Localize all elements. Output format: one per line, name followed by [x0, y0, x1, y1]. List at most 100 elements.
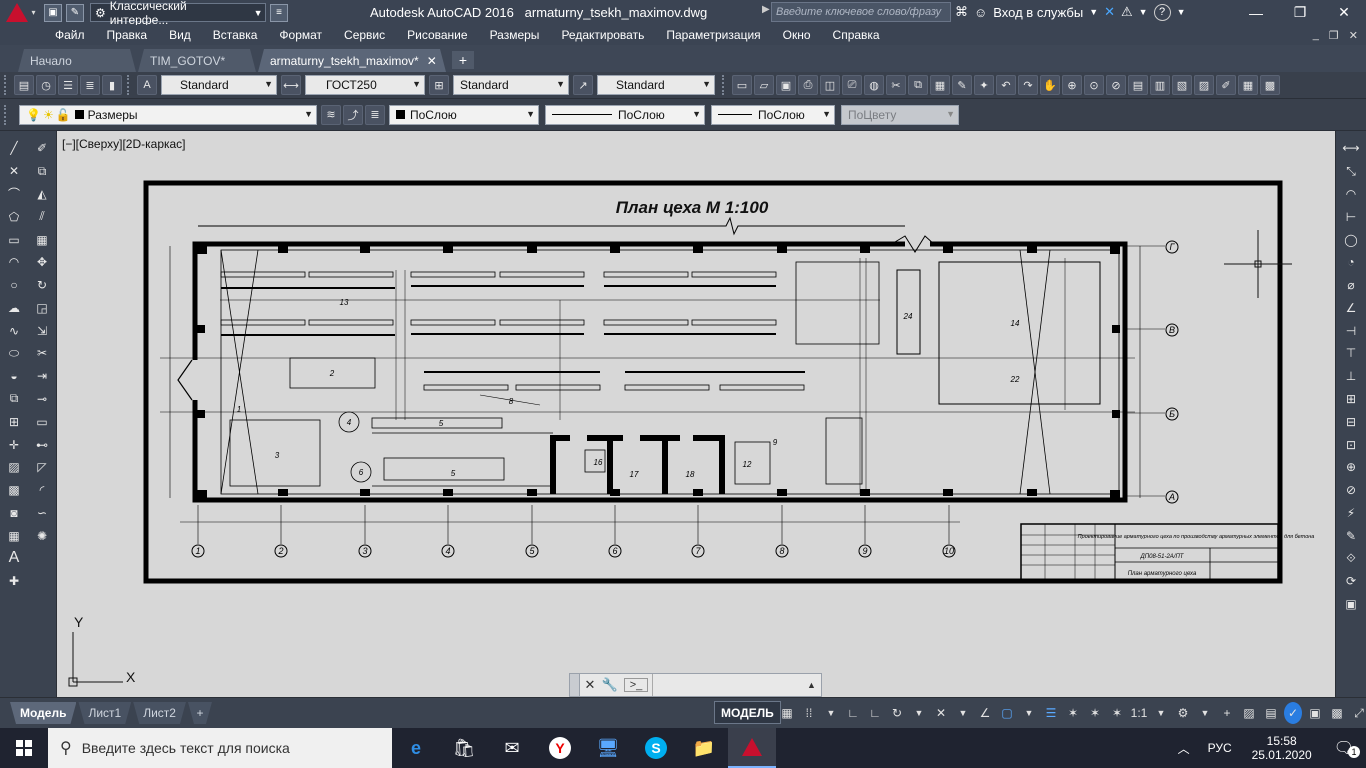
match-prop-icon[interactable]: ✎: [952, 75, 972, 95]
rotate-icon[interactable]: ↻: [32, 275, 52, 295]
layout-tab-sheet1[interactable]: Лист1: [78, 702, 131, 724]
layer-previous-icon[interactable]: ⤴: [343, 104, 363, 125]
block-edit-icon[interactable]: ✦: [974, 75, 994, 95]
infer-icon[interactable]: ∟: [844, 702, 862, 724]
doc-minimize-icon[interactable]: _: [1313, 29, 1319, 42]
dim-space-icon[interactable]: ⊞: [1341, 389, 1361, 409]
caret-up-icon[interactable]: ▲: [807, 680, 821, 690]
table-icon[interactable]: ▦: [4, 526, 24, 546]
layer-match-icon[interactable]: ▮: [102, 75, 122, 95]
layout-tab-model[interactable]: Модель: [10, 702, 76, 724]
menu-tools[interactable]: Сервис: [333, 28, 396, 42]
toolbar-grip[interactable]: [4, 104, 10, 125]
binoculars-icon[interactable]: ⌘: [955, 4, 968, 20]
dim-update-icon[interactable]: ⟳: [1341, 571, 1361, 591]
lineweight-icon[interactable]: ☰: [1042, 702, 1060, 724]
explode-icon[interactable]: ✺: [32, 526, 52, 546]
calc-icon[interactable]: ▦: [1238, 75, 1258, 95]
mleader-style-select[interactable]: Standard ▼: [597, 75, 715, 95]
make-current-icon[interactable]: ≋: [321, 104, 341, 125]
paste-icon[interactable]: ▦: [930, 75, 950, 95]
dim-text-edit-icon[interactable]: ⟐: [1341, 548, 1361, 568]
otrack-icon[interactable]: ∠: [976, 702, 994, 724]
menu-view[interactable]: Вид: [158, 28, 202, 42]
scale-icon[interactable]: ◲: [32, 298, 52, 318]
polar-icon[interactable]: ↻: [888, 702, 906, 724]
minimize-button[interactable]: —: [1234, 0, 1278, 25]
close-icon[interactable]: ✕: [580, 677, 600, 693]
sheetset-icon[interactable]: ▨: [1194, 75, 1214, 95]
circle-icon[interactable]: ○: [4, 275, 24, 295]
ellipse-icon[interactable]: ⬭: [4, 343, 24, 363]
doc-restore-icon[interactable]: ❐: [1329, 29, 1339, 42]
blend-icon[interactable]: ∽: [32, 503, 52, 523]
cmd-grip[interactable]: [570, 674, 580, 696]
mleader-style-icon[interactable]: ↗: [573, 75, 593, 95]
spline-icon[interactable]: ∿: [4, 321, 24, 341]
more-tools-icon[interactable]: ▩: [1260, 75, 1280, 95]
redo-icon[interactable]: ↷: [1018, 75, 1038, 95]
chevron-down-icon[interactable]: ▼: [1089, 7, 1098, 17]
autoscale-icon[interactable]: ✶: [1086, 702, 1104, 724]
snap-icon[interactable]: ⁞⁞: [800, 702, 818, 724]
clean-screen-icon[interactable]: ▩: [1328, 702, 1346, 724]
this-pc-icon[interactable]: 🖥: [584, 728, 632, 768]
menu-parametric[interactable]: Параметризация: [655, 28, 771, 42]
ortho-icon[interactable]: ∟: [866, 702, 884, 724]
menu-format[interactable]: Формат: [268, 28, 333, 42]
dim-linear-icon[interactable]: ⟷: [1341, 138, 1361, 158]
chevron-down-icon[interactable]: ▼: [1020, 702, 1038, 724]
trim-icon[interactable]: ✂: [32, 343, 52, 363]
a360-icon[interactable]: ⚠: [1121, 4, 1133, 20]
line-icon[interactable]: ╱: [4, 138, 24, 158]
save-icon[interactable]: ▣: [44, 3, 62, 22]
chevron-down-icon[interactable]: ▼: [954, 702, 972, 724]
help-icon[interactable]: ?: [1153, 3, 1171, 21]
tolerance-icon[interactable]: ⊡: [1341, 435, 1361, 455]
osnap-icon[interactable]: ▢: [998, 702, 1016, 724]
undo-icon[interactable]: ↶: [996, 75, 1016, 95]
zoom-window-icon[interactable]: ⊙: [1084, 75, 1104, 95]
taskbar-search[interactable]: ⚲ Введите здесь текст для поиска: [48, 728, 392, 768]
edit-icon[interactable]: ✎: [66, 3, 84, 22]
edge-icon[interactable]: e: [392, 728, 440, 768]
move-icon[interactable]: ✥: [32, 252, 52, 272]
designcenter-icon[interactable]: ▥: [1150, 75, 1170, 95]
tab-tim-gotov[interactable]: TIM_GOTOV*: [138, 49, 256, 72]
model-space-button[interactable]: МОДЕЛЬ: [714, 701, 781, 724]
chamfer-icon[interactable]: ◸: [32, 457, 52, 477]
dim-break-icon[interactable]: ⊟: [1341, 412, 1361, 432]
copy-icon[interactable]: ⧉: [908, 75, 928, 95]
add-layout-button[interactable]: +: [188, 702, 212, 724]
properties-icon[interactable]: ▤: [1128, 75, 1148, 95]
open-icon[interactable]: ▱: [754, 75, 774, 95]
ellipse-arc-icon[interactable]: ◒: [4, 366, 24, 386]
layer-states-icon[interactable]: ▤: [14, 75, 34, 95]
search-expand-icon[interactable]: ▶: [762, 4, 770, 15]
command-input[interactable]: [652, 674, 807, 696]
dim-jogged-icon[interactable]: ◔: [1341, 252, 1361, 272]
polygon-icon[interactable]: ⬠: [4, 207, 24, 227]
toolbar-grip[interactable]: [722, 75, 728, 95]
tab-armaturny[interactable]: armaturny_tsekh_maximov* ✕: [258, 49, 446, 72]
layer-icon[interactable]: ☰: [58, 75, 78, 95]
offset-icon[interactable]: ⫽: [32, 207, 52, 227]
dim-edit-icon[interactable]: ✎: [1341, 526, 1361, 546]
workspace-select[interactable]: ⚙ Классический интерфе... ▼: [90, 0, 266, 27]
preview-icon[interactable]: ◫: [820, 75, 840, 95]
customize-icon[interactable]: ⤢: [1350, 702, 1366, 724]
markup-icon[interactable]: ✐: [1216, 75, 1236, 95]
new-tab-button[interactable]: +: [452, 51, 474, 69]
isodraft-icon[interactable]: ✕: [932, 702, 950, 724]
menu-file[interactable]: Файл: [44, 28, 96, 42]
erase-icon[interactable]: ✐: [32, 138, 52, 158]
save-icon[interactable]: ▣: [776, 75, 796, 95]
toolbar-grip[interactable]: [127, 75, 133, 95]
toolbar-grip[interactable]: [4, 75, 10, 95]
gradient-icon[interactable]: ▩: [4, 480, 24, 500]
language-indicator[interactable]: РУС: [1198, 741, 1242, 755]
user-icon[interactable]: ☺: [974, 5, 987, 20]
exchange-icon[interactable]: ✕: [1104, 4, 1115, 20]
explorer-icon[interactable]: 📁: [680, 728, 728, 768]
insert-block-icon[interactable]: ⧉: [4, 389, 24, 409]
